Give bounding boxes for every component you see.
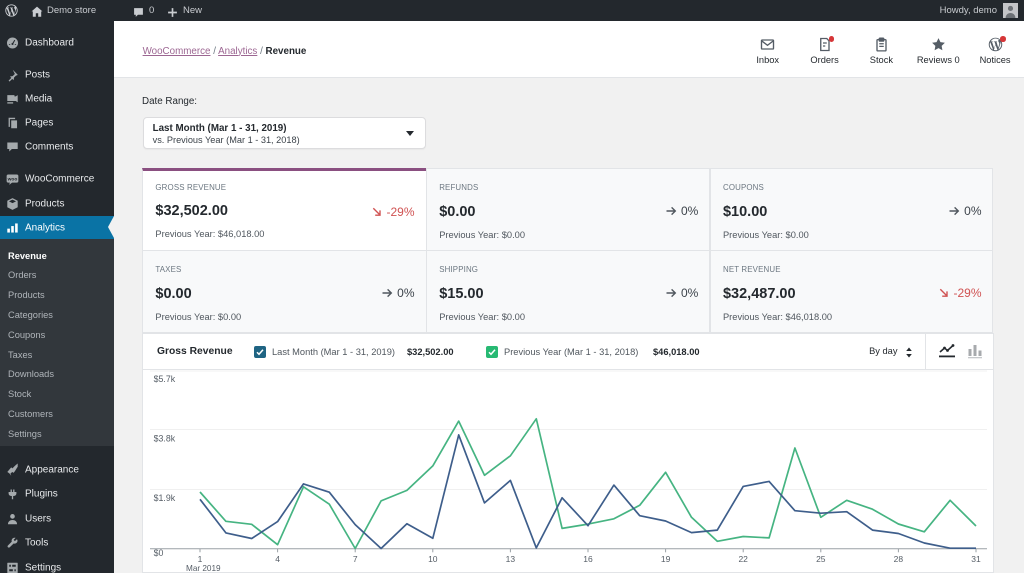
svg-text:10: 10: [428, 554, 438, 564]
svg-text:$5.7k: $5.7k: [154, 374, 176, 384]
svg-text:25: 25: [816, 554, 826, 564]
svg-text:31: 31: [971, 554, 981, 564]
svg-text:19: 19: [661, 554, 671, 564]
svg-text:13: 13: [506, 554, 516, 564]
svg-text:$3.8k: $3.8k: [154, 433, 176, 443]
svg-text:1: 1: [198, 554, 203, 564]
svg-text:$1.9k: $1.9k: [154, 493, 176, 503]
svg-text:16: 16: [583, 554, 593, 564]
svg-text:woo: woo: [7, 177, 18, 182]
svg-text:7: 7: [353, 554, 358, 564]
svg-text:22: 22: [738, 554, 748, 564]
svg-text:$0: $0: [154, 548, 164, 558]
svg-text:Mar 2019: Mar 2019: [186, 564, 221, 573]
svg-text:4: 4: [275, 554, 280, 564]
svg-text:28: 28: [894, 554, 904, 564]
